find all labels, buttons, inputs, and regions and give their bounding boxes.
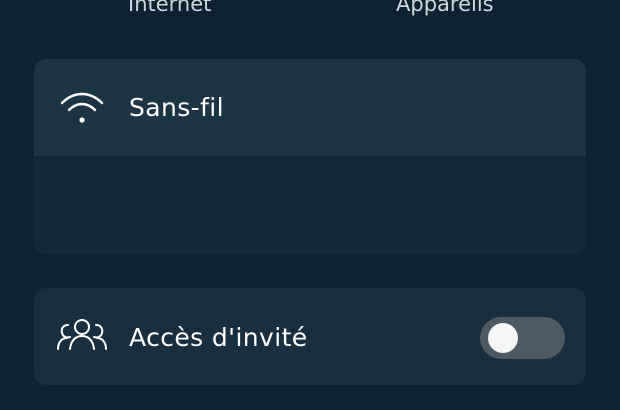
- guest-access-title: Accès d'invité: [129, 323, 308, 352]
- wireless-title: Sans-fil: [129, 93, 224, 122]
- tab-devices[interactable]: Appareils: [396, 0, 494, 16]
- wireless-card-header[interactable]: Sans-fil: [34, 59, 586, 156]
- tab-internet[interactable]: Internet: [128, 0, 211, 16]
- guest-access-toggle[interactable]: [480, 317, 565, 359]
- wifi-icon: [60, 92, 104, 123]
- wireless-network-row[interactable]: [34, 156, 586, 254]
- top-tabs: Internet Appareils: [0, 0, 620, 20]
- guest-access-card[interactable]: Accès d'invité: [34, 288, 586, 385]
- users-icon: [57, 319, 107, 350]
- toggle-knob[interactable]: [488, 323, 518, 353]
- wireless-card: Sans-fil: [34, 59, 586, 254]
